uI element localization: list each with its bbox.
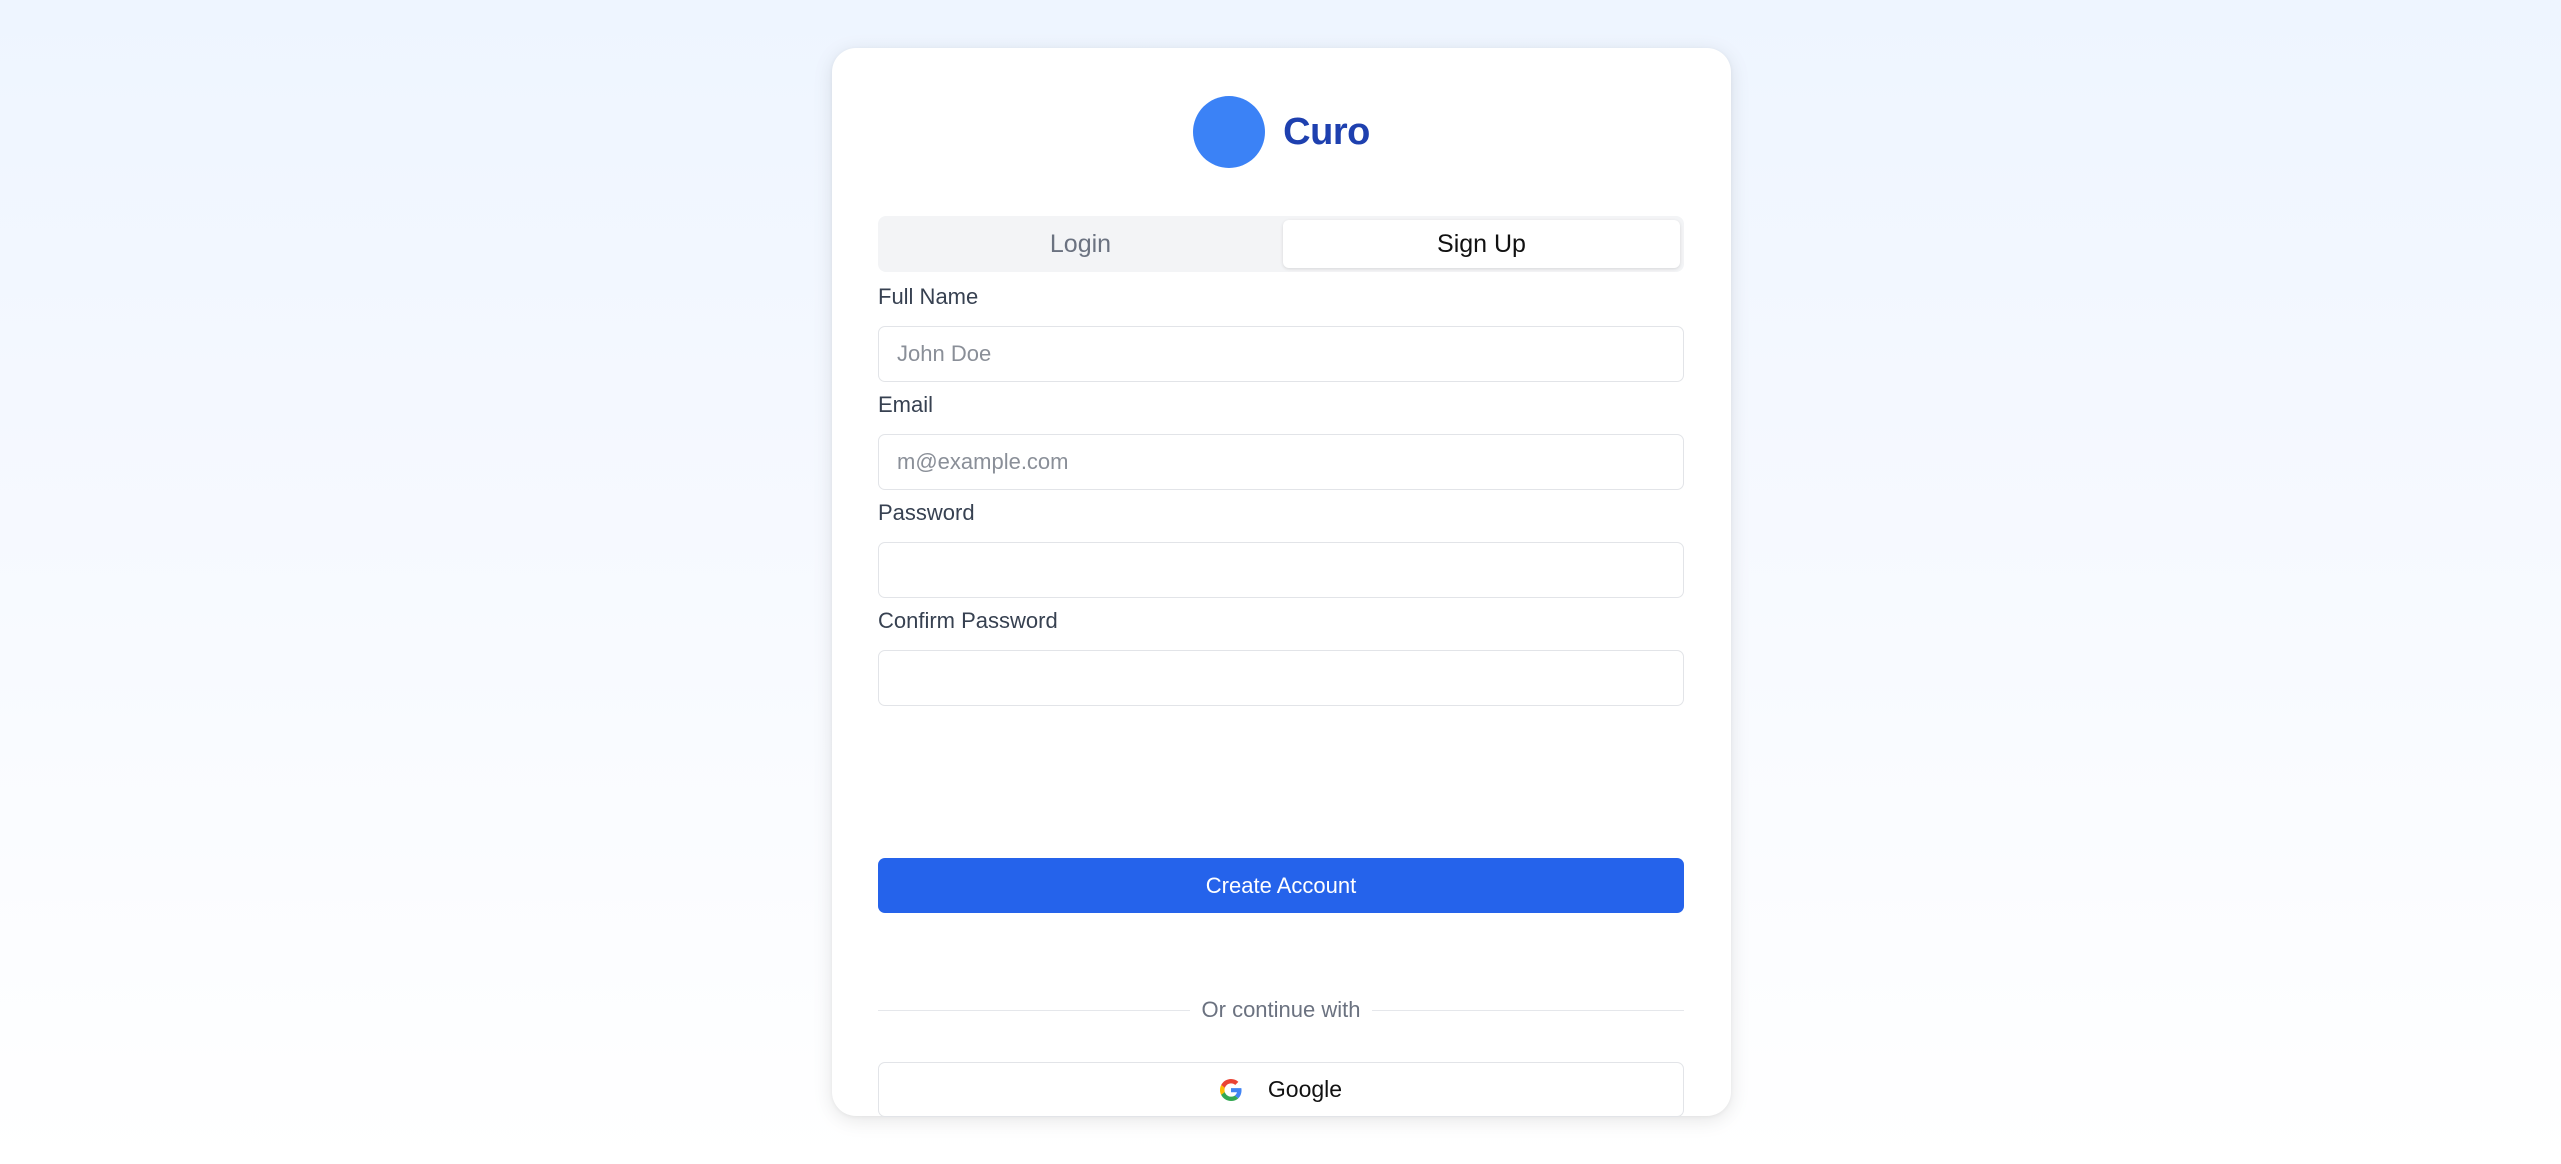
full-name-label: Full Name: [878, 284, 979, 309]
divider-text: Or continue with: [1201, 997, 1361, 1022]
brand-name: Curo: [1283, 110, 1370, 153]
email-input[interactable]: [878, 434, 1684, 490]
email-label: Email: [878, 392, 934, 417]
circle-logo-icon: [1193, 96, 1266, 168]
tab-login[interactable]: Login: [882, 220, 1279, 268]
tab-sign-up[interactable]: Sign Up: [1283, 220, 1680, 268]
confirm-password-input[interactable]: [878, 650, 1684, 706]
google-signin-button[interactable]: Google: [878, 1062, 1684, 1117]
signup-card: Curo Login Sign Up Full Name Email Passw…: [832, 48, 1731, 1117]
create-account-button[interactable]: Create Account: [878, 858, 1684, 913]
full-name-input[interactable]: [878, 326, 1684, 382]
brand-header: Curo: [832, 96, 1731, 168]
password-input[interactable]: [878, 542, 1684, 598]
divider-line-left: [878, 1009, 1190, 1011]
google-button-label: Google: [1267, 1076, 1343, 1102]
or-continue-divider: Or continue with: [878, 997, 1684, 1023]
divider-line-right: [1372, 1009, 1684, 1011]
google-icon: [1219, 1078, 1242, 1101]
password-label: Password: [878, 500, 975, 525]
auth-tabs: Login Sign Up: [878, 216, 1684, 272]
confirm-password-label: Confirm Password: [878, 608, 1058, 633]
